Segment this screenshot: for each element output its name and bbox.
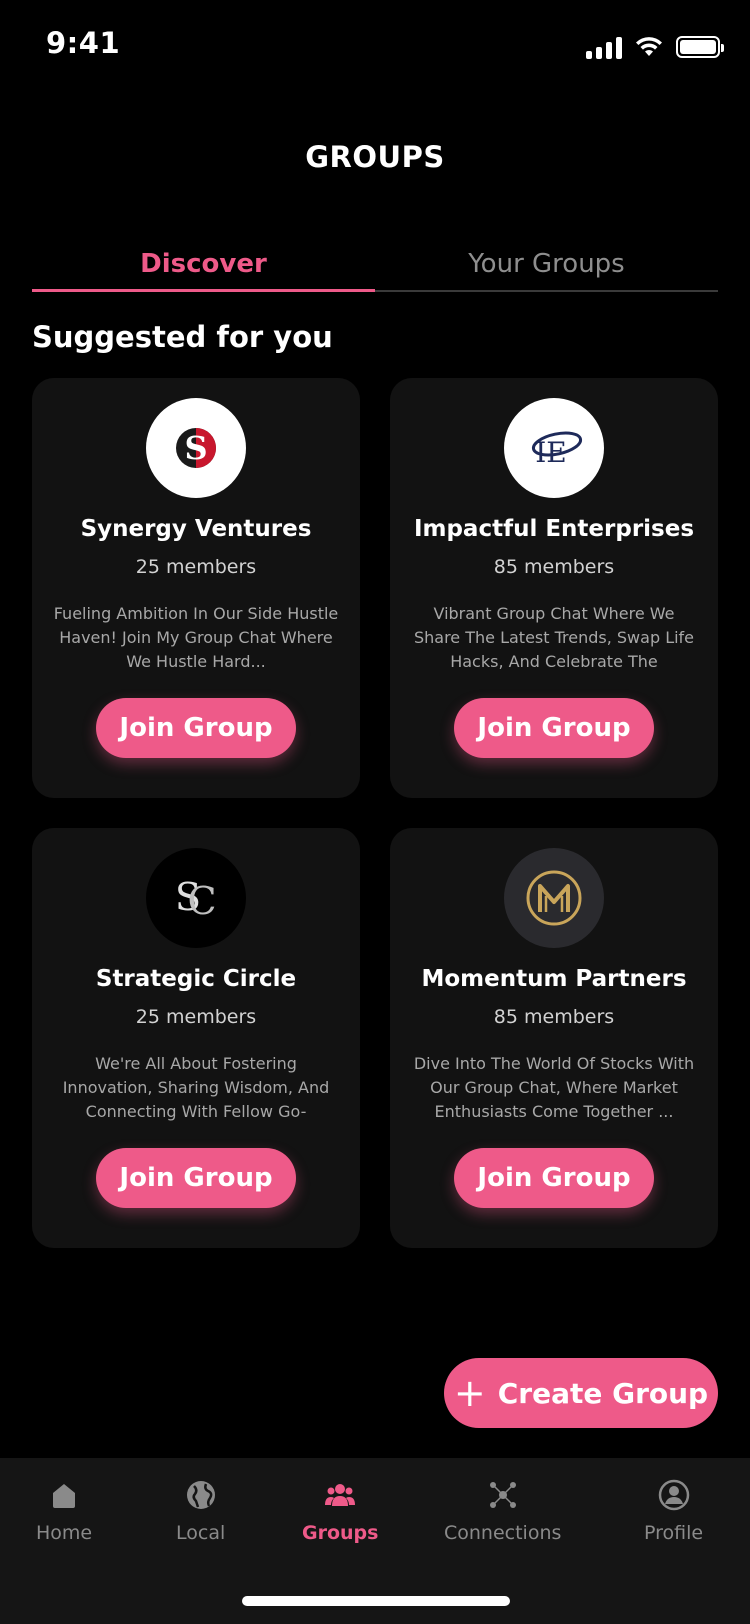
groups-icon [325, 1484, 356, 1506]
create-group-label: Create Group [497, 1376, 709, 1410]
nav-item-profile[interactable]: Profile [644, 1478, 703, 1544]
group-card[interactable]: IE Impactful Enterprises 85 members Vibr… [390, 378, 718, 798]
impactful-logo-icon: IE [531, 431, 583, 469]
battery-icon [676, 36, 724, 58]
group-description: Vibrant Group Chat Where We Share The La… [413, 604, 695, 671]
nav-item-home[interactable]: Home [36, 1478, 92, 1544]
group-members: 25 members [135, 556, 257, 578]
nav-label: Connections [444, 1522, 562, 1544]
nav-label: Groups [302, 1522, 379, 1544]
group-name: Strategic Circle [95, 966, 297, 992]
group-card[interactable]: S Synergy Ventures 25 members Fueling Am… [32, 378, 360, 798]
status-bar: 9:41 [0, 0, 750, 90]
globe-icon [186, 1481, 215, 1509]
group-description: We're All About Fostering Innovation, Sh… [62, 1054, 330, 1121]
status-icons [586, 34, 724, 60]
join-group-button[interactable]: Join Group [96, 698, 296, 758]
signal-icon [586, 35, 622, 59]
nav-item-groups[interactable]: Groups [302, 1478, 378, 1544]
connections-icon [489, 1482, 516, 1508]
svg-text:S: S [184, 429, 207, 467]
status-time: 9:41 [46, 26, 121, 60]
group-card[interactable]: Momentum Partners 85 members Dive Into T… [390, 828, 718, 1248]
join-group-button[interactable]: Join Group [454, 1148, 654, 1208]
group-logo: IE [504, 398, 604, 498]
group-description: Dive Into The World Of Stocks With Our G… [413, 1054, 695, 1121]
create-group-button[interactable]: + Create Group [444, 1358, 718, 1428]
nav-item-local[interactable]: Local [176, 1478, 225, 1544]
group-name: Momentum Partners [421, 966, 687, 992]
nav-item-connections[interactable]: Connections [444, 1478, 561, 1544]
group-description: Fueling Ambition In Our Side Hustle Have… [53, 604, 339, 671]
join-group-button[interactable]: Join Group [454, 698, 654, 758]
group-members: 85 members [493, 1006, 615, 1028]
group-logo: S C [146, 848, 246, 948]
group-members: 25 members [135, 1006, 257, 1028]
tab-bar: Discover Your Groups [32, 238, 718, 292]
nav-label: Home [36, 1522, 93, 1544]
wifi-icon [636, 37, 662, 56]
nav-label: Local [176, 1522, 226, 1544]
synergy-logo-icon: S [176, 428, 216, 468]
group-card[interactable]: S C Strategic Circle 25 members We're Al… [32, 828, 360, 1248]
nav-label: Profile [644, 1522, 704, 1544]
tab-discover[interactable]: Discover [32, 238, 375, 292]
group-logo [504, 848, 604, 948]
page-title: GROUPS [305, 140, 445, 174]
home-indicator [242, 1596, 510, 1606]
profile-icon [658, 1479, 689, 1511]
join-group-button[interactable]: Join Group [96, 1148, 296, 1208]
plus-icon: + [453, 1371, 486, 1415]
home-icon [53, 1484, 76, 1508]
group-name: Impactful Enterprises [413, 516, 695, 542]
strategic-logo-icon: S C [175, 875, 217, 923]
group-name: Synergy Ventures [80, 516, 312, 542]
group-members: 85 members [493, 556, 615, 578]
tab-your-groups[interactable]: Your Groups [375, 238, 718, 290]
group-logo: S [146, 398, 246, 498]
section-title: Suggested for you [32, 320, 333, 354]
momentum-logo-icon [526, 870, 582, 926]
svg-text:IE: IE [535, 436, 567, 469]
svg-text:C: C [187, 879, 216, 923]
